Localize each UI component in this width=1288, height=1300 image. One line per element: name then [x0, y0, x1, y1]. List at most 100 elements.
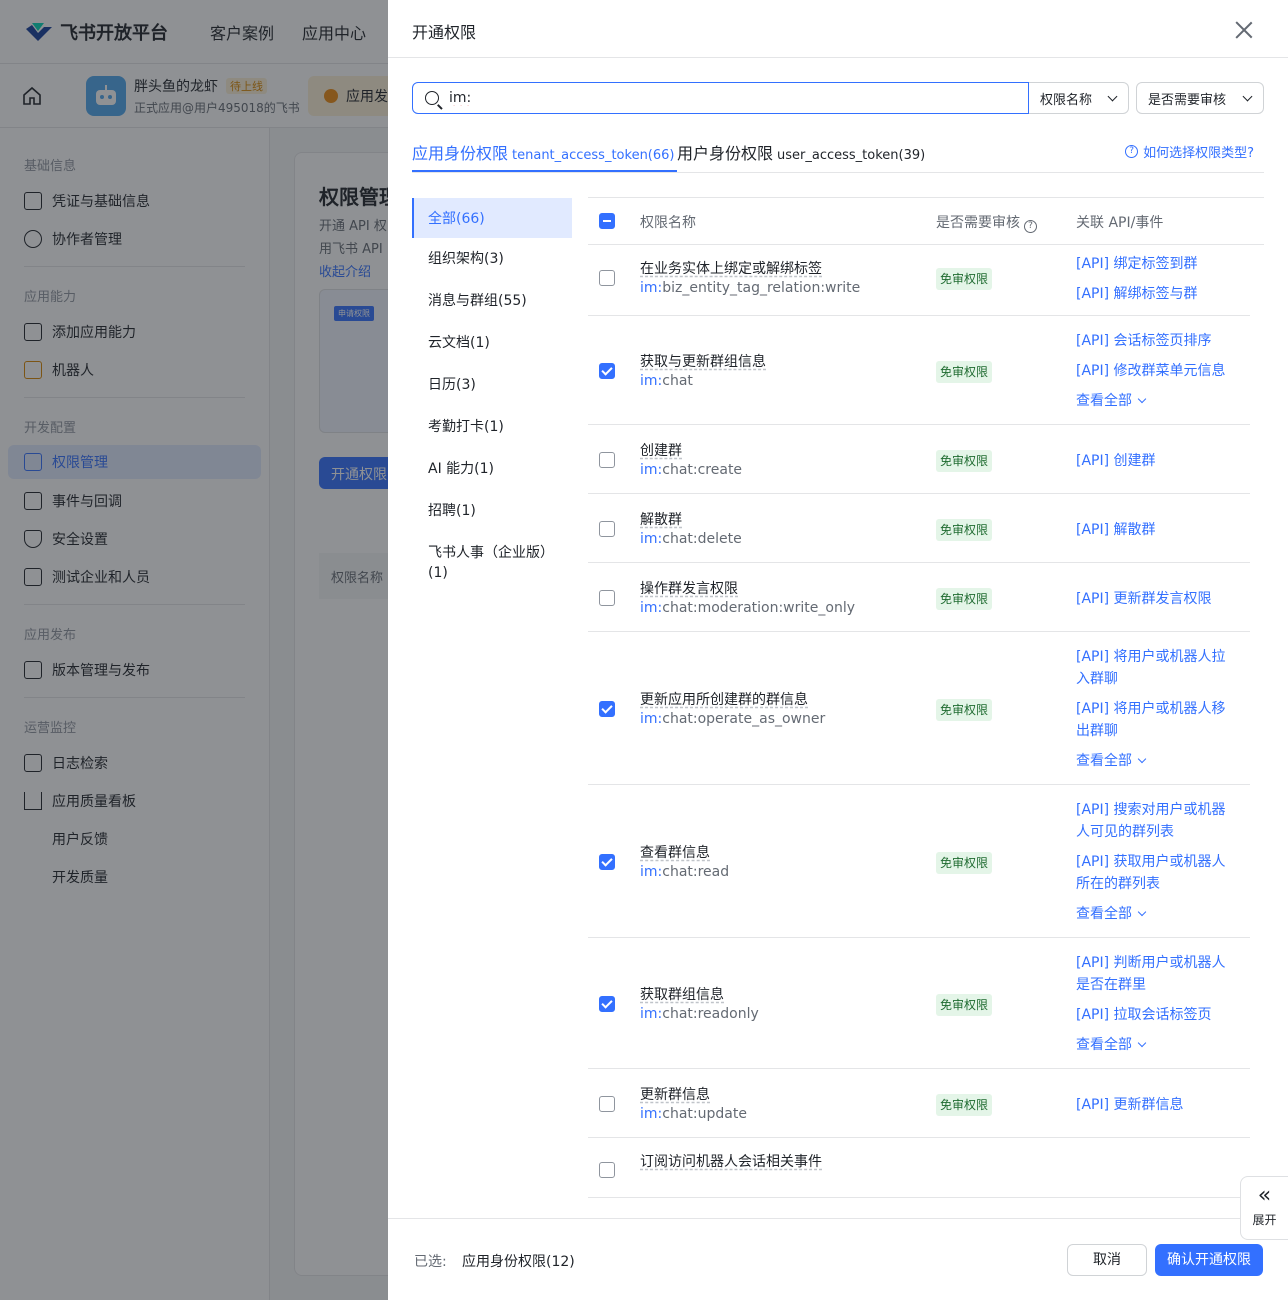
- double-chevron-left-icon: «: [1257, 1183, 1272, 1208]
- category-hiring[interactable]: 招聘(1): [412, 490, 572, 532]
- category-attendance[interactable]: 考勤打卡(1): [412, 406, 572, 448]
- row-checkbox[interactable]: [599, 1096, 615, 1112]
- api-link[interactable]: [API] 拉取会话标签页: [1076, 1004, 1236, 1026]
- search-highlight: im:: [640, 1106, 663, 1122]
- row-checkbox[interactable]: [599, 996, 615, 1012]
- select-all-checkbox[interactable]: [599, 213, 615, 229]
- permission-drawer: 开通权限 权限名称 是否需要审核 应用身份权限tenant_access_tok…: [388, 0, 1288, 1300]
- permission-code-text: biz_entity_tag_relation:write: [662, 280, 861, 296]
- search-highlight: im:: [640, 864, 663, 880]
- permission-code-text: chat:operate_as_owner: [662, 711, 826, 727]
- close-icon[interactable]: [1232, 18, 1256, 42]
- search-highlight: im:: [640, 600, 663, 616]
- question-icon[interactable]: ?: [1024, 220, 1037, 233]
- chevron-down-icon: [1137, 907, 1147, 917]
- category-calendar[interactable]: 日历(3): [412, 364, 572, 406]
- chevron-down-icon: [1242, 91, 1253, 102]
- review-free-tag: 免审权限: [936, 361, 993, 383]
- review-free-tag: 免审权限: [936, 994, 993, 1016]
- filter-review-required[interactable]: 是否需要审核: [1136, 82, 1264, 114]
- row-checkbox[interactable]: [599, 521, 615, 537]
- column-header-api: 关联 API/事件: [1076, 215, 1164, 231]
- tab-tenant-permissions[interactable]: 应用身份权限 tenant_access_token(66): [412, 140, 675, 164]
- show-all-link[interactable]: 查看全部: [1076, 903, 1147, 923]
- permission-name: 在业务实体上绑定或解绑标签: [640, 261, 822, 277]
- table-header: 权限名称 是否需要审核? 关联 API/事件: [588, 198, 1264, 245]
- category-org[interactable]: 组织架构(3): [412, 238, 572, 280]
- selected-count: 应用身份权限(12): [462, 1254, 575, 1270]
- api-link[interactable]: [API] 修改群菜单元信息: [1076, 360, 1236, 382]
- permission-code: im:chat:update: [640, 1106, 747, 1122]
- permission-name: 获取与更新群组信息: [640, 354, 766, 370]
- api-link[interactable]: [API] 创建群: [1076, 450, 1236, 472]
- show-all-label: 查看全部: [1076, 753, 1132, 769]
- search-box[interactable]: [412, 82, 1029, 114]
- api-link[interactable]: [API] 搜索对用户或机器人可见的群列表: [1076, 799, 1236, 843]
- filter-label: 权限名称: [1040, 92, 1093, 108]
- tab-token: user_access_token(39): [777, 148, 926, 163]
- row-checkbox[interactable]: [599, 590, 615, 606]
- api-link[interactable]: [API] 解散群: [1076, 519, 1236, 541]
- permission-code-text: chat:moderation:write_only: [662, 600, 855, 616]
- table-row: 获取群组信息 im:chat:readonly 免审权限 [API] 判断用户或机器人…: [588, 938, 1250, 1069]
- api-link[interactable]: [API] 获取用户或机器人所在的群列表: [1076, 851, 1236, 895]
- permission-code: im:chat:operate_as_owner: [640, 711, 825, 727]
- table-row: 解散群 im:chat:delete 免审权限 [API] 解散群: [588, 494, 1250, 563]
- column-header-review: 是否需要审核?: [936, 212, 1037, 233]
- api-link[interactable]: [API] 将用户或机器人拉入群聊: [1076, 646, 1236, 690]
- permission-code-text: chat: [662, 373, 693, 389]
- category-ai[interactable]: AI 能力(1): [412, 448, 572, 490]
- permission-name: 获取群组信息: [640, 987, 724, 1003]
- review-free-tag: 免审权限: [936, 1094, 993, 1116]
- category-list: 全部(66) 组织架构(3) 消息与群组(55) 云文档(1) 日历(3) 考勤…: [412, 198, 572, 596]
- help-label: 如何选择权限类型?: [1143, 146, 1254, 161]
- confirm-button[interactable]: 确认开通权限: [1155, 1244, 1263, 1276]
- search-icon: [425, 91, 439, 105]
- show-all-link[interactable]: 查看全部: [1076, 390, 1147, 410]
- permission-name: 操作群发言权限: [640, 581, 738, 597]
- drawer-footer: 已选: 应用身份权限(12) 取消 确认开通权限: [388, 1218, 1288, 1300]
- row-checkbox[interactable]: [599, 270, 615, 286]
- review-free-tag: 免审权限: [936, 699, 993, 721]
- divider: [388, 57, 1288, 58]
- row-checkbox[interactable]: [599, 701, 615, 717]
- row-checkbox[interactable]: [599, 452, 615, 468]
- api-link[interactable]: [API] 判断用户或机器人是否在群里: [1076, 952, 1236, 996]
- category-docs[interactable]: 云文档(1): [412, 322, 572, 364]
- table-row: 更新群信息 im:chat:update 免审权限 [API] 更新群信息: [588, 1069, 1250, 1138]
- api-link[interactable]: [API] 绑定标签到群: [1076, 253, 1236, 275]
- api-link[interactable]: [API] 解绑标签与群: [1076, 283, 1236, 305]
- permission-code: im:biz_entity_tag_relation:write: [640, 280, 860, 296]
- api-link[interactable]: [API] 更新群信息: [1076, 1094, 1236, 1116]
- search-highlight: im:: [640, 1006, 663, 1022]
- permission-name: 解散群: [640, 512, 682, 528]
- row-checkbox[interactable]: [599, 854, 615, 870]
- search-input[interactable]: [449, 90, 989, 106]
- show-all-link[interactable]: 查看全部: [1076, 1034, 1147, 1054]
- api-link[interactable]: [API] 会话标签页排序: [1076, 330, 1236, 352]
- category-all[interactable]: 全部(66): [412, 198, 572, 238]
- api-link[interactable]: [API] 更新群发言权限: [1076, 588, 1236, 610]
- row-checkbox[interactable]: [599, 1162, 615, 1178]
- permission-code: im:chat:create: [640, 462, 742, 478]
- show-all-link[interactable]: 查看全部: [1076, 750, 1147, 770]
- row-checkbox[interactable]: [599, 363, 615, 379]
- permission-code-text: chat:create: [662, 462, 743, 478]
- category-hr[interactable]: 飞书人事（企业版）(1): [412, 532, 572, 596]
- tab-label: 应用身份权限: [412, 144, 509, 163]
- drawer-title: 开通权限: [412, 23, 477, 42]
- help-link[interactable]: ? 如何选择权限类型?: [1125, 142, 1254, 161]
- permission-code: im:chat:readonly: [640, 1006, 759, 1022]
- table-body: 查询实体与标签的绑定关系im:biz_entity_tag_relation:r…: [588, 198, 1250, 1198]
- table-row: 获取与更新群组信息 im:chat 免审权限 [API] 会话标签页排序 [API] 修…: [588, 316, 1250, 425]
- permission-code-text: chat:read: [662, 864, 730, 880]
- show-all-label: 查看全部: [1076, 1037, 1132, 1053]
- cancel-button[interactable]: 取消: [1067, 1244, 1147, 1276]
- tab-user-permissions[interactable]: 用户身份权限 user_access_token(39): [677, 140, 925, 164]
- category-messaging[interactable]: 消息与群组(55): [412, 280, 572, 322]
- table-row: 查看群信息 im:chat:read 免审权限 [API] 搜索对用户或机器人可见的群…: [588, 785, 1250, 938]
- expand-panel-button[interactable]: « 展开: [1240, 1176, 1288, 1240]
- filter-permission-name[interactable]: 权限名称: [1029, 82, 1129, 114]
- api-link[interactable]: [API] 将用户或机器人移出群聊: [1076, 698, 1236, 742]
- tab-label: 用户身份权限: [677, 144, 774, 163]
